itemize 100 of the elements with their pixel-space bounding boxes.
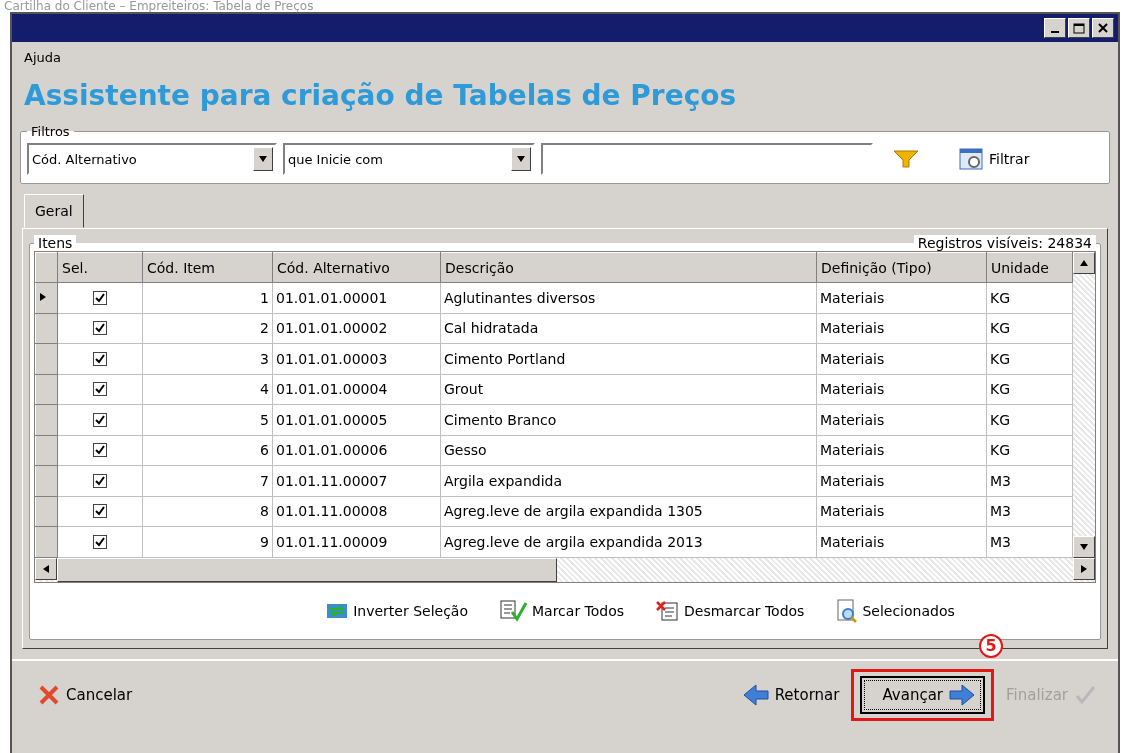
table-cell: 7: [142, 465, 273, 496]
funnel-icon[interactable]: [893, 149, 919, 169]
check-mark-icon: [94, 474, 106, 487]
table-cell: 01.01.01.00006: [272, 435, 441, 466]
table-cell: KG: [986, 343, 1073, 374]
table-cell: M3: [986, 465, 1073, 496]
menu-item[interactable]: Ajuda: [24, 50, 61, 65]
table-cell: 9: [142, 526, 273, 557]
table-cell: Materiais: [816, 343, 987, 374]
table-cell: 01.01.01.00001: [272, 282, 441, 313]
visible-records-count: Registros visíveis: 24834: [913, 235, 1096, 251]
check-mark-icon: [94, 444, 106, 457]
next-button[interactable]: Avançar: [860, 675, 985, 714]
table-cell: Argila expandida: [440, 465, 817, 496]
check-mark-icon: [94, 535, 106, 548]
minimize-icon: [1051, 31, 1059, 33]
table-cell: Materiais: [816, 374, 987, 405]
window-magnifier-icon: [959, 147, 985, 171]
scroll-left-button[interactable]: [35, 557, 57, 580]
checkbox[interactable]: [93, 351, 107, 366]
checkbox[interactable]: [93, 290, 107, 305]
table-cell: 3: [142, 343, 273, 374]
operator-dropdown[interactable]: que Inicie com: [283, 143, 535, 175]
checkbox[interactable]: [93, 534, 107, 549]
table-cell: Materiais: [816, 465, 987, 496]
table-cell: 01.01.01.00002: [272, 313, 441, 344]
checkbox[interactable]: [93, 382, 107, 397]
check-mark-icon: [94, 291, 106, 304]
document-caption: Cartilha do Cliente – Empreiteiros: Tabela de Preços: [3, 0, 315, 12]
check-mark-icon: [94, 413, 106, 426]
table-cell: 01.01.11.00007: [272, 465, 441, 496]
table-cell: Cimento Branco: [440, 404, 817, 435]
checkbox[interactable]: [93, 412, 107, 427]
table-cell: 1: [142, 282, 273, 313]
column-header[interactable]: Sel.: [57, 252, 143, 283]
table-cell: Materiais: [816, 496, 987, 527]
back-button[interactable]: Retornar: [738, 679, 844, 710]
selection-button[interactable]: Desmarcar Todos: [652, 596, 809, 625]
table-cell: Cimento Portland: [440, 343, 817, 374]
table-cell: KG: [986, 282, 1073, 313]
check-mark-icon: [94, 322, 106, 335]
check-mark-icon: [94, 352, 106, 365]
table-cell: Materiais: [816, 435, 987, 466]
horizontal-scrollbar[interactable]: [35, 557, 1095, 582]
selection-button[interactable]: Marcar Todos: [496, 596, 629, 625]
table-cell: KG: [986, 313, 1073, 344]
table-cell: M3: [986, 526, 1073, 557]
table-cell: KG: [986, 404, 1073, 435]
table-cell: Agreg.leve de argila expandida 1305: [440, 496, 817, 527]
column-header[interactable]: Descrição: [440, 252, 817, 283]
cancel-button[interactable]: Cancelar: [34, 679, 137, 710]
table-cell: 2: [142, 313, 273, 344]
scroll-down-button[interactable]: [1073, 535, 1095, 558]
column-header[interactable]: Definição (Tipo): [816, 252, 987, 283]
table-cell: KG: [986, 435, 1073, 466]
selection-button[interactable]: Selecionados: [832, 596, 959, 625]
maximize-icon: [1073, 22, 1085, 34]
wizard-heading: Assistente para criação de Tabelas de Preços: [23, 78, 738, 114]
document-magnifier-icon: [836, 598, 859, 623]
column-header[interactable]: Cód. Item: [142, 252, 273, 283]
checkbox[interactable]: [93, 473, 107, 488]
right-arrow-icon: [949, 683, 975, 706]
left-arrow-icon: [742, 683, 769, 706]
table-cell: Materiais: [816, 313, 987, 344]
minimize-button[interactable]: [1044, 18, 1066, 38]
selection-button[interactable]: Inverter Seleção: [321, 596, 472, 625]
table-cell: 4: [142, 374, 273, 405]
table-cell: 5: [142, 404, 273, 435]
checkbox[interactable]: [93, 443, 107, 458]
table-cell: 01.01.11.00008: [272, 496, 441, 527]
filter-button[interactable]: Filtrar: [955, 145, 1034, 173]
document-cross-icon: [656, 599, 681, 622]
table-cell: 01.01.01.00003: [272, 343, 441, 374]
tab[interactable]: Geral: [24, 194, 84, 228]
check-mark-icon: [94, 505, 106, 518]
check-mark-icon: [1074, 684, 1096, 705]
checkbox[interactable]: [93, 504, 107, 519]
maximize-button[interactable]: [1068, 18, 1090, 38]
table-cell: Materiais: [816, 526, 987, 557]
table-cell: 01.01.01.00005: [272, 404, 441, 435]
close-icon: [1098, 23, 1108, 33]
table-cell: 01.01.01.00004: [272, 374, 441, 405]
table-cell: 6: [142, 435, 273, 466]
check-mark-icon: [94, 383, 106, 396]
close-button[interactable]: [1092, 18, 1114, 38]
column-header[interactable]: Cód. Alternativo: [272, 252, 441, 283]
table-cell: Aglutinantes diversos: [440, 282, 817, 313]
table-cell: 01.01.11.00009: [272, 526, 441, 557]
scroll-thumb[interactable]: [57, 557, 557, 582]
scroll-up-button[interactable]: [1073, 252, 1095, 274]
table-cell: 8: [142, 496, 273, 527]
field-dropdown[interactable]: Cód. Alternativo: [27, 143, 277, 175]
column-header[interactable]: Unidade: [986, 252, 1073, 283]
table-cell: M3: [986, 496, 1073, 527]
vertical-scrollbar[interactable]: [1073, 252, 1095, 558]
checkbox[interactable]: [93, 321, 107, 336]
checklist-icon: [500, 599, 528, 622]
group-legend: Filtros: [27, 124, 74, 139]
scroll-right-button[interactable]: [1073, 557, 1095, 580]
table-cell: Agreg.leve de argila expandida 2013: [440, 526, 817, 557]
